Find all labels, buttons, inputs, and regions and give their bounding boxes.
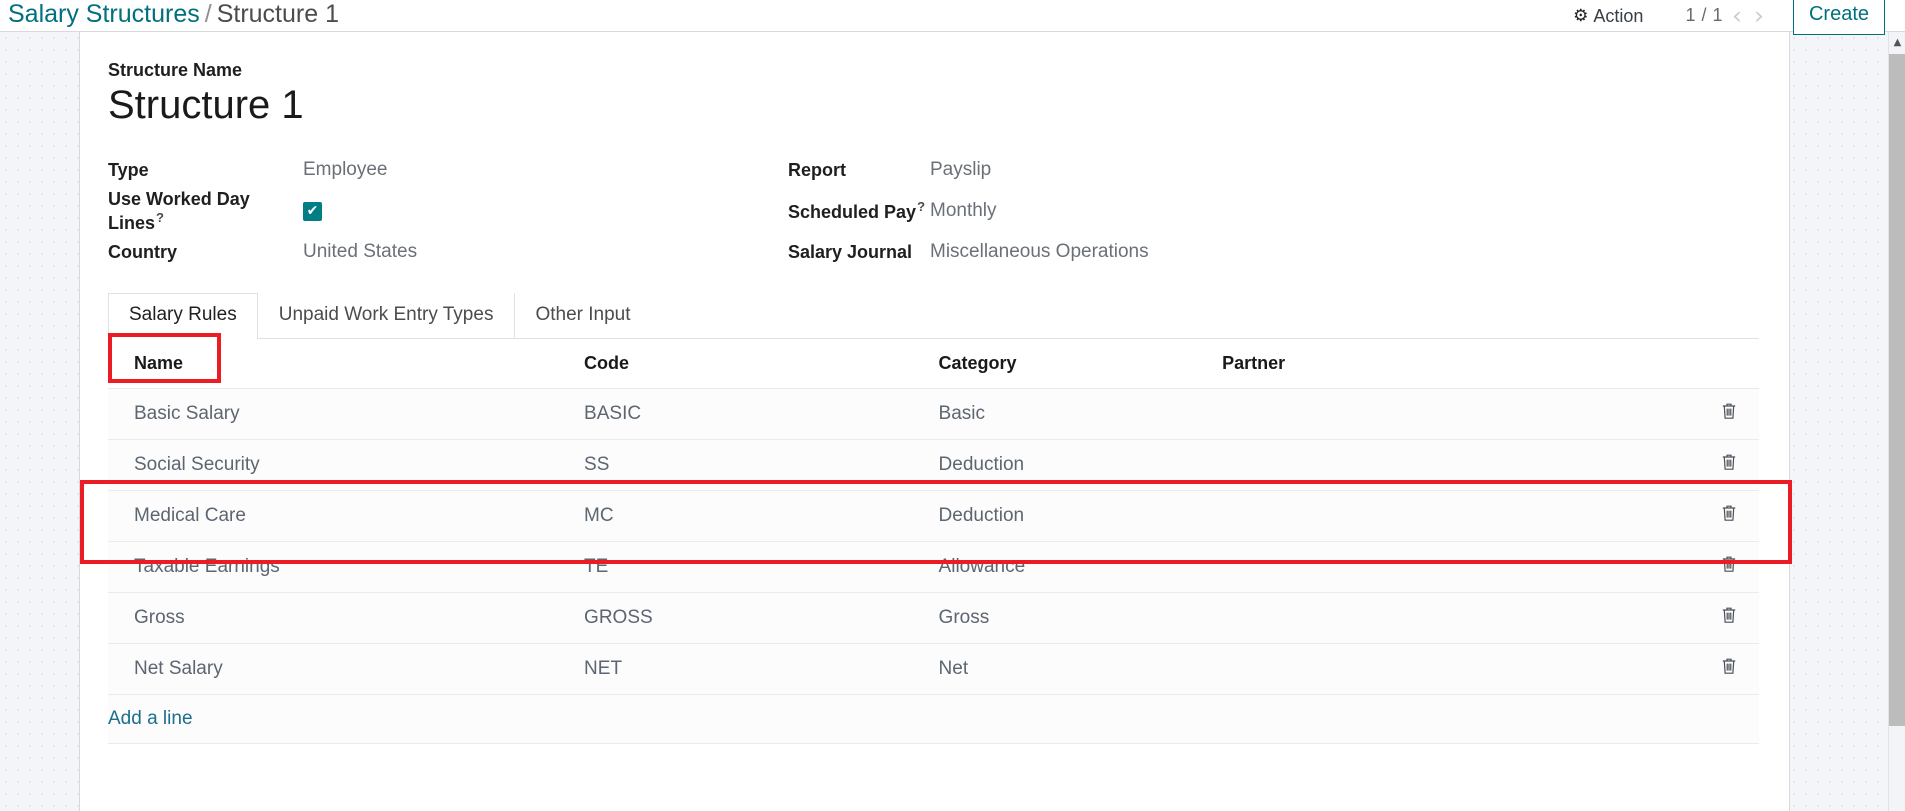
pager-counter: 1 / 1 — [1685, 5, 1723, 25]
cell-category[interactable]: Gross — [938, 592, 1223, 644]
trash-icon[interactable] — [1721, 657, 1737, 679]
cell-code[interactable]: TE — [584, 541, 939, 593]
breadcrumb-separator: / — [204, 0, 212, 28]
cell-category[interactable]: Allowance — [938, 541, 1223, 593]
trash-icon[interactable] — [1721, 555, 1737, 577]
create-button[interactable]: Create — [1792, 0, 1885, 35]
trash-icon[interactable] — [1721, 402, 1737, 424]
triangle-up-icon[interactable]: ▲ — [1889, 34, 1905, 51]
cell-partner[interactable] — [1222, 541, 1648, 593]
scheduled-pay-label: Scheduled Pay? — [788, 199, 930, 223]
field-row-country: Country United States — [108, 232, 788, 273]
notebook-tabs: Salary Rules Unpaid Work Entry Types Oth… — [108, 292, 1759, 339]
cell-category[interactable]: Net — [938, 643, 1223, 695]
scrollbar-thumb[interactable] — [1889, 54, 1905, 726]
cell-name[interactable]: Taxable Earnings — [108, 541, 585, 593]
trash-icon[interactable] — [1721, 606, 1737, 628]
column-header-actions — [1647, 338, 1759, 389]
field-row-use-worked-day-lines: Use Worked Day Lines? ✔ — [108, 189, 788, 234]
control-panel-right: ⚙ Action 1 / 1 ‹ › Create — [1573, 0, 1905, 35]
type-value[interactable]: Employee — [303, 159, 388, 181]
structure-name-value[interactable]: Structure 1 — [108, 83, 1759, 128]
country-value[interactable]: United States — [303, 241, 417, 263]
pager: 1 / 1 ‹ › — [1685, 3, 1767, 28]
cell-name[interactable]: Social Security — [108, 439, 585, 491]
cell-name[interactable]: Medical Care — [108, 490, 585, 542]
help-icon[interactable]: ? — [917, 199, 925, 214]
use-worked-day-lines-checkbox[interactable]: ✔ — [303, 201, 322, 221]
table-row[interactable]: Basic Salary BASIC Basic — [108, 388, 1759, 440]
cell-partner[interactable] — [1222, 490, 1648, 542]
cell-code[interactable]: BASIC — [584, 388, 939, 440]
chevron-left-icon[interactable]: ‹ — [1729, 3, 1745, 28]
column-header-category[interactable]: Category — [938, 338, 1223, 389]
report-label: Report — [788, 159, 846, 180]
add-a-line-row[interactable]: Add a line — [108, 694, 1759, 744]
cell-code[interactable]: GROSS — [584, 592, 939, 644]
table-row[interactable]: Social Security SS Deduction — [108, 439, 1759, 491]
column-header-partner[interactable]: Partner — [1222, 338, 1648, 389]
cell-name[interactable]: Gross — [108, 592, 585, 644]
salary-rules-table: Name Code Category Partner Basic Salary … — [108, 338, 1759, 744]
field-row-salary-journal: Salary Journal Miscellaneous Operations — [788, 232, 1488, 273]
breadcrumb-current: Structure 1 — [216, 0, 339, 28]
column-header-name[interactable]: Name — [108, 338, 585, 389]
cell-code[interactable]: NET — [584, 643, 939, 695]
control-panel: Salary Structures / Structure 1 ⚙ Action 1… — [0, 0, 1905, 35]
action-menu-label: Action — [1593, 5, 1644, 26]
use-worked-day-lines-label: Use Worked Day Lines? — [108, 189, 303, 234]
column-header-code[interactable]: Code — [584, 338, 939, 389]
notebook: Salary Rules Unpaid Work Entry Types Oth… — [108, 292, 1759, 744]
field-column-left: Type Employee Use Worked Day Lines? ✔ Co… — [108, 150, 788, 273]
cell-category[interactable]: Deduction — [938, 490, 1223, 542]
structure-name-label: Structure Name — [108, 60, 243, 80]
cell-code[interactable]: SS — [584, 439, 939, 491]
table-row[interactable]: Taxable Earnings TE Allowance — [108, 541, 1759, 593]
tab-other-input[interactable]: Other Input — [514, 292, 651, 338]
table-row[interactable]: Medical Care MC Deduction — [108, 490, 1759, 542]
trash-icon[interactable] — [1721, 504, 1737, 526]
use-worked-day-lines-label-text: Use Worked Day Lines — [108, 188, 250, 233]
field-row-type: Type Employee — [108, 150, 788, 191]
salary-journal-label: Salary Journal — [788, 241, 913, 262]
action-menu-button[interactable]: ⚙ Action — [1573, 7, 1643, 25]
type-label: Type — [108, 159, 149, 180]
field-columns: Type Employee Use Worked Day Lines? ✔ Co… — [108, 150, 1759, 273]
cell-name[interactable]: Basic Salary — [108, 388, 585, 440]
cell-partner[interactable] — [1222, 388, 1648, 440]
breadcrumb: Salary Structures / Structure 1 — [8, 0, 339, 30]
table-body: Basic Salary BASIC Basic Social Security… — [108, 388, 1759, 744]
field-row-scheduled-pay: Scheduled Pay? Monthly — [788, 191, 1488, 232]
title-block: Structure Name Structure 1 — [108, 60, 1759, 128]
cell-partner[interactable] — [1222, 439, 1648, 491]
table-header-row: Name Code Category Partner — [108, 338, 1759, 389]
table-row[interactable]: Gross GROSS Gross — [108, 592, 1759, 644]
cell-partner[interactable] — [1222, 643, 1648, 695]
add-a-line-button[interactable]: Add a line — [108, 708, 193, 729]
vertical-scrollbar[interactable]: ▲ — [1888, 32, 1905, 811]
cell-name[interactable]: Net Salary — [108, 643, 585, 695]
cell-partner[interactable] — [1222, 592, 1648, 644]
tab-unpaid-work-entry-types[interactable]: Unpaid Work Entry Types — [258, 293, 515, 338]
cell-category[interactable]: Basic — [938, 388, 1223, 440]
form-sheet: Structure Name Structure 1 Type Employee… — [79, 32, 1790, 811]
gear-icon: ⚙ — [1573, 6, 1589, 25]
country-label: Country — [108, 241, 177, 262]
scheduled-pay-value[interactable]: Monthly — [930, 200, 997, 222]
scheduled-pay-label-text: Scheduled Pay — [788, 202, 917, 223]
cell-category[interactable]: Deduction — [938, 439, 1223, 491]
report-value[interactable]: Payslip — [930, 159, 991, 181]
chevron-right-icon[interactable]: › — [1751, 3, 1767, 28]
help-icon[interactable]: ? — [156, 210, 164, 225]
table-head: Name Code Category Partner — [108, 338, 1759, 389]
field-column-right: Report Payslip Scheduled Pay? Monthly Sa… — [788, 150, 1488, 273]
tab-salary-rules[interactable]: Salary Rules — [108, 292, 258, 339]
trash-icon[interactable] — [1721, 453, 1737, 475]
salary-journal-value[interactable]: Miscellaneous Operations — [930, 241, 1149, 263]
breadcrumb-parent-link[interactable]: Salary Structures — [8, 0, 200, 28]
checkmark-icon: ✔ — [306, 203, 319, 220]
cell-code[interactable]: MC — [584, 490, 939, 542]
table-row[interactable]: Net Salary NET Net — [108, 643, 1759, 695]
field-row-report: Report Payslip — [788, 150, 1488, 191]
